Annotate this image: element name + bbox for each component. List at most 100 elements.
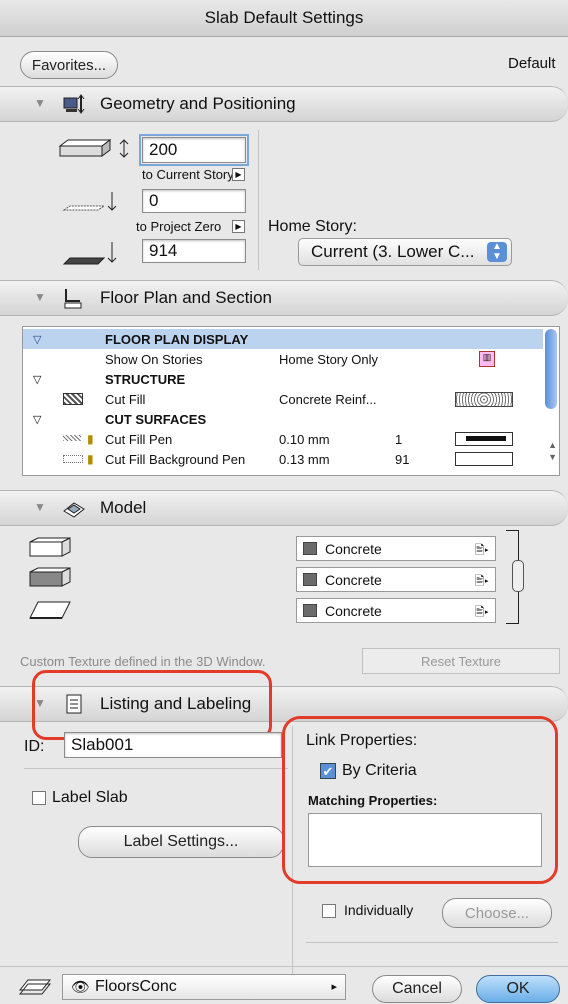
section-floorplan-header[interactable]: ▼ Floor Plan and Section — [0, 280, 568, 316]
list-group-label: FLOOR PLAN DISPLAY — [105, 331, 249, 347]
popup-arrow-icon: ▸ — [331, 981, 337, 993]
footer-divider — [0, 966, 568, 967]
list-item-row[interactable]: ▮ Cut Fill Background Pen 0.13 mm 91 — [23, 449, 543, 469]
material-swatch — [303, 542, 317, 555]
bottom-surface-icon — [29, 601, 71, 619]
choose-button[interactable]: Choose... — [442, 898, 552, 928]
reference-popup-arrow-icon[interactable]: ▶ — [232, 220, 245, 233]
reset-texture-button[interactable]: Reset Texture — [362, 648, 560, 674]
offset-current-story-input[interactable]: 0 — [142, 189, 246, 213]
id-label: ID: — [24, 738, 45, 755]
horizontal-divider — [306, 942, 558, 943]
scroll-arrows-icon[interactable]: ▲ ▼ — [548, 439, 557, 463]
favorites-button[interactable]: Favorites... — [20, 51, 118, 79]
section-geometry-title: Geometry and Positioning — [100, 94, 296, 113]
material-popup-icon[interactable]: 🖹▸ — [475, 572, 489, 593]
material-label: Concrete — [325, 541, 382, 557]
disclosure-triangle-icon[interactable]: ▽ — [33, 333, 41, 346]
custom-texture-note: Custom Texture defined in the 3D Window. — [20, 654, 266, 669]
list-item-row[interactable]: Show On Stories Home Story Only ▥ — [23, 349, 543, 369]
label-settings-button[interactable]: Label Settings... — [78, 826, 284, 858]
cancel-button[interactable]: Cancel — [372, 975, 462, 1003]
pen-number: 91 — [395, 451, 410, 467]
reset-texture-label: Reset Texture — [421, 653, 501, 669]
side-surface-icon — [29, 567, 71, 587]
ok-label: OK — [506, 980, 530, 997]
list-group-label: CUT SURFACES — [105, 411, 207, 427]
section-model-header[interactable]: ▼ Model — [0, 490, 568, 526]
pen-icon: ▮ — [87, 452, 94, 466]
to-project-zero-label: to Project Zero — [136, 219, 222, 234]
highlight-listing-annotation — [32, 670, 272, 740]
material-label: Concrete — [325, 603, 382, 619]
default-label: Default — [508, 55, 556, 72]
chain-link-icon[interactable] — [512, 560, 524, 592]
favorites-label: Favorites... — [31, 56, 107, 74]
list-item-label: Cut Fill Pen — [105, 431, 173, 447]
updown-arrows-icon: ▲ ▼ — [487, 242, 507, 262]
pen-swatch-empty[interactable] — [455, 452, 513, 466]
floorplan-settings-list[interactable]: ▽ FLOOR PLAN DISPLAY Show On Stories Hom… — [22, 326, 560, 476]
home-story-label: Home Story: — [268, 218, 357, 235]
project-zero-icon — [62, 242, 117, 265]
section-geometry-header[interactable]: ▼ Geometry and Positioning — [0, 86, 568, 122]
label-slab-checkbox[interactable] — [32, 791, 46, 805]
story-icon: ▥ — [479, 351, 495, 367]
top-material-picker[interactable]: Concrete 🖹▸ — [296, 536, 496, 561]
list-group-row[interactable]: ▽ FLOOR PLAN DISPLAY — [23, 329, 543, 349]
horizontal-divider — [24, 768, 288, 769]
material-swatch — [303, 604, 317, 617]
offset-story-icon — [62, 192, 117, 211]
list-group-row[interactable]: ▽ STRUCTURE — [23, 369, 543, 389]
list-item-label: Cut Fill Background Pen — [105, 451, 246, 467]
section-floorplan-title: Floor Plan and Section — [100, 288, 272, 307]
disclosure-triangle-icon[interactable]: ▽ — [33, 373, 41, 386]
bottom-material-picker[interactable]: Concrete 🖹▸ — [296, 598, 496, 623]
offset-project-zero-input[interactable]: 914 — [142, 239, 246, 263]
layer-select[interactable]: 👁 FloorsConc ▸ — [62, 974, 346, 1000]
thickness-input[interactable]: 200 — [139, 134, 249, 166]
highlight-link-properties-annotation — [282, 716, 558, 884]
list-group-label: STRUCTURE — [105, 371, 186, 387]
window-title: Slab Default Settings — [204, 8, 364, 27]
label-slab-label: Label Slab — [52, 789, 128, 806]
list-item-row[interactable]: ▮ Cut Fill Pen 0.10 mm 1 — [23, 429, 543, 449]
to-current-story-label: to Current Story — [142, 167, 234, 182]
reference-popup-arrow-icon[interactable]: ▶ — [232, 168, 245, 181]
list-group-row[interactable]: ▽ CUT SURFACES — [23, 409, 543, 429]
ok-button[interactable]: OK — [476, 975, 560, 1003]
model-icon — [63, 502, 85, 518]
geometry-icon — [63, 94, 85, 114]
material-label: Concrete — [325, 572, 382, 588]
cut-fill-icon — [63, 393, 83, 405]
disclosure-triangle-icon[interactable]: ▼ — [34, 500, 46, 514]
material-popup-icon[interactable]: 🖹▸ — [475, 541, 489, 562]
list-item-label: Cut Fill — [105, 391, 146, 407]
vertical-divider — [258, 130, 259, 270]
list-item-value: Home Story Only — [279, 351, 378, 367]
disclosure-triangle-icon[interactable]: ▼ — [34, 290, 46, 304]
fill-pattern-swatch — [455, 392, 513, 407]
list-item-value: Concrete Reinf... — [279, 391, 377, 407]
layer-value: FloorsConc — [95, 978, 177, 995]
list-item-value: 0.13 mm — [279, 451, 330, 467]
hatch-icon — [63, 435, 81, 441]
material-popup-icon[interactable]: 🖹▸ — [475, 603, 489, 624]
id-input[interactable]: Slab001 — [64, 732, 282, 758]
cancel-label: Cancel — [392, 980, 442, 997]
window-title-bar: Slab Default Settings — [0, 0, 568, 37]
slab-thickness-icon — [58, 139, 129, 158]
individually-checkbox[interactable] — [322, 904, 336, 918]
disclosure-triangle-icon[interactable]: ▽ — [33, 413, 41, 426]
background-icon — [63, 455, 83, 463]
floor-plan-icon — [64, 289, 82, 309]
list-item-row[interactable]: Cut Fill Concrete Reinf... — [23, 389, 543, 409]
choose-label: Choose... — [464, 904, 530, 922]
section-model-title: Model — [100, 498, 147, 517]
disclosure-triangle-icon[interactable]: ▼ — [34, 96, 46, 110]
home-story-select[interactable]: Current (3. Lower C... ▲ ▼ — [298, 238, 512, 266]
edge-material-picker[interactable]: Concrete 🖹▸ — [296, 567, 496, 592]
top-surface-icon — [29, 537, 71, 557]
pen-swatch[interactable] — [455, 432, 513, 446]
scrollbar-thumb[interactable] — [545, 329, 557, 409]
